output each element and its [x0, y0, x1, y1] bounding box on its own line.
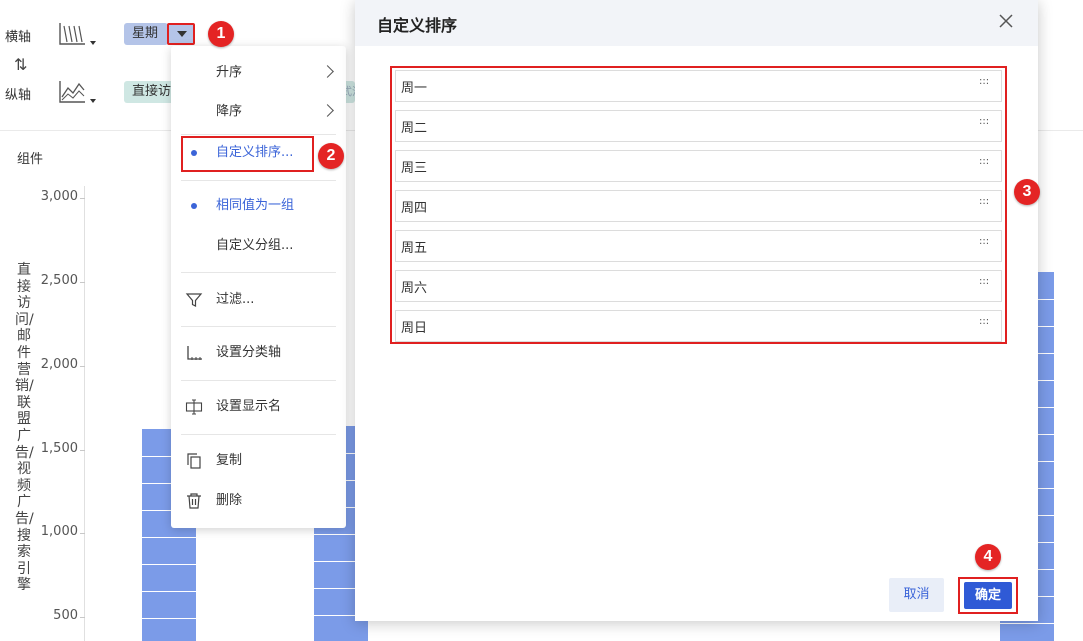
sort-row[interactable]: 周三::: [395, 150, 1002, 182]
dialog-title: 自定义排序 [377, 16, 458, 35]
menu-item-descending[interactable]: 降序 [171, 97, 346, 127]
sort-row-label: 周六 [401, 281, 428, 296]
menu-item-delete[interactable]: 删除 [171, 486, 346, 516]
y-tick-mark [80, 281, 85, 283]
menu-item-label: 设置显示名 [216, 399, 282, 414]
y-tick-mark [80, 198, 85, 199]
trash-icon [187, 493, 201, 509]
drag-handle-icon[interactable]: ::: [979, 237, 989, 247]
drag-handle-icon[interactable]: ::: [979, 317, 989, 327]
custom-sort-dialog: 自定义排序 周一::: 周二::: 周三::: 周四::: 周五::: 周六::… [355, 0, 1038, 621]
y-tick-label: 3,000 [40, 189, 78, 204]
menu-item-ascending[interactable]: 升序 [171, 58, 346, 88]
selected-dot-icon [191, 203, 197, 209]
sort-row[interactable]: 周日::: [395, 310, 1002, 342]
drag-handle-icon[interactable]: ::: [979, 157, 989, 167]
menu-item-label: 设置分类轴 [216, 345, 282, 360]
sort-list: 周一::: 周二::: 周三::: 周四::: 周五::: 周六::: 周日::… [390, 66, 1007, 344]
chevron-right-icon [321, 104, 334, 117]
step-badge-2: 2 [318, 143, 344, 169]
x-axis-label: 横轴 [5, 30, 32, 45]
bar-segment-divider [142, 537, 196, 539]
menu-item-label: 降序 [216, 104, 243, 119]
highlight-box-custom-sort [181, 136, 314, 172]
sort-row[interactable]: 周四::: [395, 190, 1002, 222]
chart-type-icon[interactable] [55, 18, 99, 52]
menu-item-copy[interactable]: 复制 [171, 446, 346, 476]
x-field-pill[interactable]: 星期 [124, 23, 168, 45]
close-icon[interactable] [995, 10, 1017, 32]
y-axis-label: 纵轴 [5, 88, 32, 103]
caret-down-icon [177, 31, 187, 37]
menu-separator [181, 326, 336, 327]
step-badge-1: 1 [208, 21, 234, 47]
bar-segment-divider [142, 591, 196, 593]
category-axis-icon [187, 346, 202, 360]
sort-row[interactable]: 周一::: [395, 70, 1002, 102]
y-tick-mark [80, 449, 85, 451]
y-field-pill[interactable]: 直接访 [124, 81, 176, 103]
y-tick-label: 2,500 [40, 272, 78, 288]
filter-icon [185, 293, 203, 307]
menu-item-label: 复制 [216, 453, 243, 468]
y-axis-line [84, 186, 85, 641]
sort-row-label: 周五 [401, 241, 428, 256]
y-tick-mark [80, 533, 85, 535]
sort-row-label: 周三 [401, 161, 428, 176]
drag-handle-icon[interactable]: ::: [979, 197, 989, 207]
bar-segment-divider [1000, 622, 1054, 624]
menu-separator [181, 380, 336, 381]
highlight-box-confirm: 确定 [958, 577, 1018, 614]
bar-segment-divider [142, 618, 196, 620]
sort-row[interactable]: 周二::: [395, 110, 1002, 142]
drag-handle-icon[interactable]: ::: [979, 277, 989, 287]
menu-item-filter[interactable]: 过滤... [171, 285, 346, 315]
menu-separator [181, 180, 336, 181]
y-tick-mark [80, 617, 85, 619]
menu-item-display-name[interactable]: 设置显示名 [171, 392, 346, 422]
drag-handle-icon[interactable]: ::: [979, 77, 989, 87]
menu-item-label: 相同值为一组 [216, 198, 295, 213]
y-tick-mark [80, 365, 85, 367]
chevron-right-icon [321, 65, 334, 78]
y-tick-label: 2,000 [40, 356, 78, 372]
y-tick-label: 1,000 [40, 524, 78, 540]
sort-row[interactable]: 周六::: [395, 270, 1002, 302]
menu-item-label: 过滤... [216, 292, 255, 307]
sort-row-label: 周一 [401, 81, 428, 96]
swap-axes-icon[interactable]: ⇅ [14, 55, 27, 74]
menu-separator [181, 434, 336, 435]
sort-row-label: 周二 [401, 121, 428, 136]
menu-item-label: 升序 [216, 65, 243, 80]
step-badge-3: 3 [1014, 179, 1040, 205]
menu-item-custom-group[interactable]: 自定义分组... [171, 231, 346, 261]
copy-icon [187, 453, 201, 469]
field-context-menu: 升序 降序 自定义排序... 相同值为一组 自定义分组... 过滤... 设置分… [171, 46, 346, 528]
dialog-header: 自定义排序 [355, 0, 1038, 46]
menu-item-label: 删除 [216, 493, 243, 508]
menu-item-category-axis[interactable]: 设置分类轴 [171, 338, 346, 368]
menu-separator [181, 134, 336, 135]
menu-item-label: 自定义分组... [216, 238, 294, 253]
component-title: 组件 [17, 152, 44, 167]
y-tick-label: 500 [53, 608, 78, 624]
rename-icon [185, 399, 203, 415]
sort-row[interactable]: 周五::: [395, 230, 1002, 262]
bar-segment-divider [142, 564, 196, 566]
cancel-button[interactable]: 取消 [889, 578, 944, 612]
sort-row-label: 周四 [401, 201, 428, 216]
confirm-button[interactable]: 确定 [964, 582, 1012, 609]
sort-row-label: 周日 [401, 321, 428, 336]
drag-handle-icon[interactable]: ::: [979, 117, 989, 127]
step-badge-4: 4 [975, 544, 1001, 570]
y-tick-label: 1,500 [40, 440, 78, 456]
menu-separator [181, 272, 336, 273]
x-field-dropdown-button[interactable] [167, 23, 195, 45]
chart-type-icon-y[interactable] [55, 76, 99, 110]
y-axis-title: 直接访问/邮件营销/联盟广告/视频广告/搜索引擎 [15, 262, 34, 594]
menu-item-group-same-values[interactable]: 相同值为一组 [171, 191, 346, 221]
